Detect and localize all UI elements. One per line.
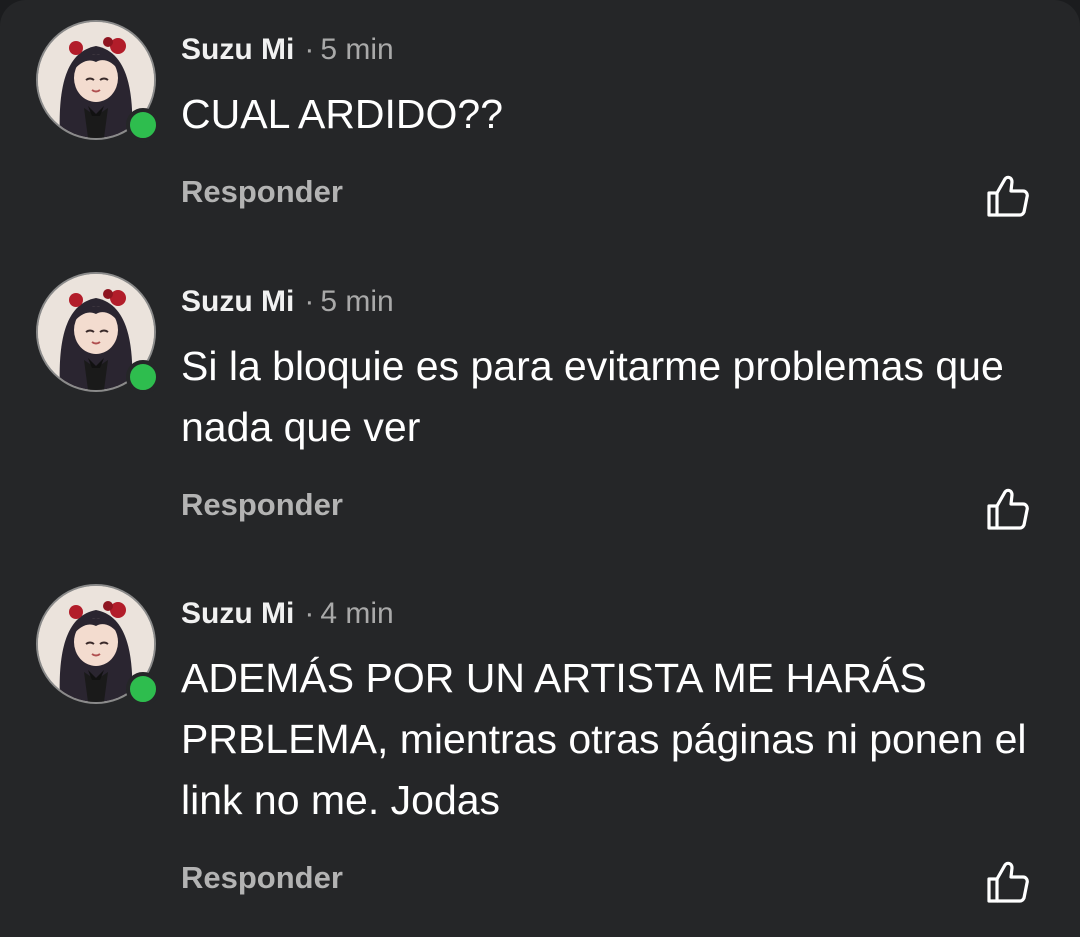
thumbs-up-icon[interactable] [984, 172, 1032, 220]
comment-text: CUAL ARDIDO?? [181, 91, 504, 137]
reply-button[interactable]: Responder [181, 858, 343, 898]
comment-author[interactable]: Suzu Mi [181, 285, 294, 318]
separator-dot: · [304, 33, 315, 66]
comment-time: 5 min [320, 285, 394, 318]
comment-author[interactable]: Suzu Mi [181, 597, 294, 630]
thumbs-up-icon[interactable] [984, 858, 1032, 906]
avatar[interactable] [36, 272, 160, 394]
online-status-indicator [126, 672, 160, 706]
comment-time: 4 min [320, 597, 394, 630]
online-status-indicator [126, 108, 160, 142]
reply-button[interactable]: Responder [181, 485, 343, 525]
comment-author[interactable]: Suzu Mi [181, 33, 294, 66]
comments-panel: Suzu Mi·5 min CUAL ARDIDO?? Responder [0, 0, 1080, 937]
thumbs-up-icon[interactable] [984, 485, 1032, 533]
comment-text: ADEMÁS POR UN ARTISTA ME HARÁS PRBLEMA, … [181, 655, 1027, 823]
comment-text: Si la bloquie es para evitarme problemas… [181, 343, 1004, 450]
comment-header: Suzu Mi · 4 min [181, 592, 394, 636]
online-status-indicator [126, 360, 160, 394]
separator-dot: · [304, 597, 315, 630]
comment-time: 5 min [320, 33, 394, 66]
comment-header: Suzu Mi · 5 min [181, 280, 394, 324]
avatar[interactable] [36, 584, 160, 706]
avatar[interactable] [36, 20, 160, 142]
separator-dot: · [304, 285, 315, 318]
comment-header: Suzu Mi · 5 min [181, 28, 394, 72]
reply-button[interactable]: Responder [181, 172, 343, 212]
